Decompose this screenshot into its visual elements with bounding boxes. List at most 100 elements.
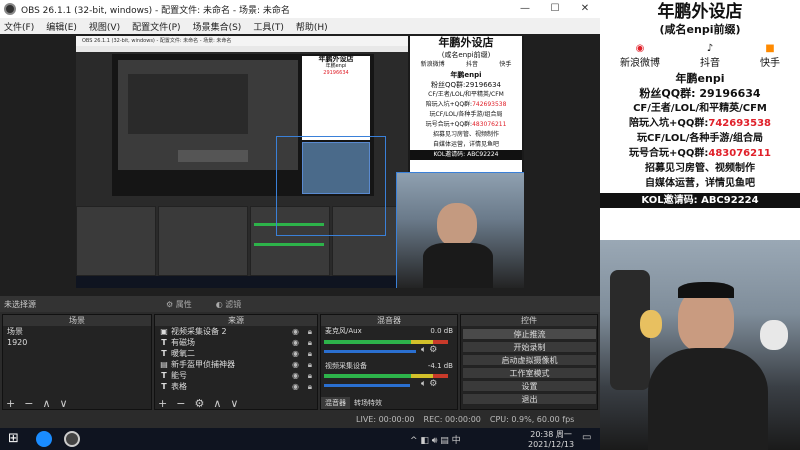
cpu-fps: CPU: 0.9%, 60.00 fps xyxy=(489,414,575,424)
exit-button[interactable]: 退出 xyxy=(462,393,597,405)
visibility-icon[interactable]: ◉ xyxy=(292,337,299,348)
volume-slider[interactable] xyxy=(324,384,410,387)
speaker-icon[interactable]: 🔈︎ ⚙ xyxy=(421,345,437,355)
window-title: OBS 26.1.1 (32-bit, windows) - 配置文件: 未命名… xyxy=(21,5,290,16)
scene-item[interactable]: 场景 xyxy=(3,326,151,337)
remove-scene-button[interactable]: − xyxy=(24,397,33,410)
start-recording-button[interactable]: 开始录制 xyxy=(462,341,597,353)
visibility-icon[interactable]: ◉ xyxy=(292,359,299,370)
settings-button[interactable]: 设置 xyxy=(462,380,597,392)
source-item[interactable]: T 表格 ◉ 🔒︎ xyxy=(155,381,317,392)
source-item[interactable]: ▣ 视频采集设备 2 ◉ 🔒︎ xyxy=(155,326,317,337)
menu-help[interactable]: 帮助(H) xyxy=(296,20,328,33)
add-source-button[interactable]: + xyxy=(158,397,167,410)
source-item[interactable]: ▤ 新手盔甲侦捕神器 ◉ 🔒︎ xyxy=(155,359,317,370)
visibility-icon[interactable]: ◉ xyxy=(292,348,299,359)
move-up-icon[interactable]: ∧ xyxy=(42,397,50,410)
promo-line3: 玩CF/LOL/各种手游/组合局 xyxy=(636,133,763,144)
mixer-channel-mic: 麦克风/Aux 0.0 dB xyxy=(325,327,453,335)
menu-bar: 文件(F) 编辑(E) 视图(V) 配置文件(P) 场景集合(S) 工具(T) … xyxy=(0,18,600,34)
promo-line1: CF/王者/LOL/和平精英/CFM xyxy=(633,103,767,114)
scenes-toolbar: + − ∧ ∨ xyxy=(3,397,151,410)
minimize-button[interactable]: — xyxy=(510,0,540,18)
sources-dock: 来源 ▣ 视频采集设备 2 ◉ 🔒︎ T 有磁场 ◉ 🔒︎ T 暖氧二 ◉ 🔒︎ ▤ 新手盔甲侦捕神… xyxy=(154,314,318,410)
notification-icon[interactable]: ▭ xyxy=(582,432,591,443)
scene-item[interactable]: 1920 xyxy=(3,337,151,348)
scenes-header: 场景 xyxy=(3,315,151,326)
preview-area[interactable]: OBS 26.1.1 (32-bit, windows) - 配置文件: 未命名… xyxy=(0,34,600,296)
move-up-icon[interactable]: ∧ xyxy=(213,397,221,410)
lock-icon[interactable]: 🔒︎ xyxy=(308,337,312,348)
move-down-icon[interactable]: ∨ xyxy=(60,397,68,410)
webcam-source-selected[interactable] xyxy=(396,172,524,288)
douyin-link: ♪ 抖音 xyxy=(700,43,720,69)
browser-icon[interactable] xyxy=(36,431,52,447)
remove-source-button[interactable]: − xyxy=(176,397,185,410)
tab-transitions[interactable]: 转场特效 xyxy=(350,397,386,409)
volume-slider[interactable] xyxy=(324,350,416,353)
start-virtual-camera-button[interactable]: 启动虚拟摄像机 xyxy=(462,354,597,366)
filters-button[interactable]: ◐ 滤镜 xyxy=(216,299,242,310)
source-item[interactable]: T 有磁场 ◉ 🔒︎ xyxy=(155,337,317,348)
add-scene-button[interactable]: + xyxy=(6,397,15,410)
menu-edit[interactable]: 编辑(E) xyxy=(46,20,77,33)
streamer-hair xyxy=(678,282,734,298)
source-item[interactable]: T 能号 ◉ 🔒︎ xyxy=(155,370,317,381)
stop-streaming-button[interactable]: 停止推流 xyxy=(462,328,597,340)
menu-file[interactable]: 文件(F) xyxy=(4,20,34,33)
studio-mode-button[interactable]: 工作室模式 xyxy=(462,367,597,379)
obs-taskbar-icon[interactable] xyxy=(64,431,80,447)
weibo-link: ◉ 新浪微博 xyxy=(620,43,660,69)
source-item[interactable]: T 暖氧二 ◉ 🔒︎ xyxy=(155,348,317,359)
promo-subtitle: (咸名enpi前缀) xyxy=(659,23,741,36)
kuaishou-icon: ■ xyxy=(765,43,775,54)
menu-tools[interactable]: 工具(T) xyxy=(253,20,284,33)
lock-icon[interactable]: 🔒︎ xyxy=(308,359,312,370)
close-button[interactable]: ✕ xyxy=(570,0,600,18)
live-time: LIVE: 00:00:00 xyxy=(356,414,415,424)
promo-line4: 玩号合玩+QQ群:483076211 xyxy=(628,148,771,159)
visibility-icon[interactable]: ◉ xyxy=(292,381,299,392)
menu-view[interactable]: 视图(V) xyxy=(89,20,120,33)
move-down-icon[interactable]: ∨ xyxy=(230,397,238,410)
promo-kol: KOL邀请码: ABC92224 xyxy=(600,193,800,208)
tab-mixer[interactable]: 混音器 xyxy=(321,397,350,409)
promo-qq: 粉丝QQ群: 29196634 xyxy=(639,87,761,100)
mixer-channel-video: 视频采集设备 -4.1 dB xyxy=(325,362,453,370)
promo-handle: 年鹏enpi xyxy=(675,72,725,85)
stream-overlay-panel: 年鹏外设店 (咸名enpi前缀) ◉ 新浪微博 ♪ 抖音 ■ 快手 年鹏enpi 粉丝… xyxy=(600,0,800,450)
menu-profile[interactable]: 配置文件(P) xyxy=(132,20,180,33)
clock[interactable]: 20:38 周一 2021/12/13 xyxy=(528,430,574,450)
visibility-icon[interactable]: ◉ xyxy=(292,326,299,337)
text-icon: T xyxy=(161,382,167,391)
lock-icon[interactable]: 🔒︎ xyxy=(308,348,312,359)
menu-scene-collection[interactable]: 场景集合(S) xyxy=(193,20,242,33)
obs-window: OBS 26.1.1 (32-bit, windows) - 配置文件: 未命名… xyxy=(0,0,600,428)
text-icon: T xyxy=(161,349,167,358)
audio-meter xyxy=(324,374,448,378)
promo-title: 年鹏外设店 xyxy=(657,2,743,22)
nested-scenes-dock xyxy=(76,206,156,276)
nested-sources-dock xyxy=(158,206,248,276)
nested-menu-bar xyxy=(76,46,408,52)
speaker-icon[interactable]: 🔈︎ ⚙ xyxy=(421,379,437,389)
source-toolbar: 未选择源 ⚙ 属性 ◐ 滤镜 xyxy=(0,296,600,312)
title-bar: OBS 26.1.1 (32-bit, windows) - 配置文件: 未命名… xyxy=(0,0,600,18)
promo-line2: 陪玩入坑+QQ群:742693538 xyxy=(628,118,771,129)
promo-line6: 自媒体运营，详情见鱼吧 xyxy=(645,178,755,189)
mixer-header: 混音器 xyxy=(321,315,457,326)
gear-icon[interactable]: ⚙ xyxy=(194,397,204,410)
tray-icons[interactable]: ^ ◧ 🔊︎ ▤ 中 xyxy=(410,433,461,446)
preview-canvas[interactable]: OBS 26.1.1 (32-bit, windows) - 配置文件: 未命名… xyxy=(76,36,524,288)
text-icon: T xyxy=(161,371,167,380)
mixer-dock: 混音器 麦克风/Aux 0.0 dB 🔈︎ ⚙ 视频采集设备 -4.1 dB 🔈︎ … xyxy=(320,314,458,410)
lock-icon[interactable]: 🔒︎ xyxy=(308,326,312,337)
obs-logo-icon xyxy=(4,3,16,15)
nested-title-bar: OBS 26.1.1 (32-bit, windows) - 配置文件: 未命名… xyxy=(76,36,408,46)
visibility-icon[interactable]: ◉ xyxy=(292,370,299,381)
windows-start-icon[interactable]: ⊞ xyxy=(8,431,24,447)
lock-icon[interactable]: 🔒︎ xyxy=(308,370,312,381)
properties-button[interactable]: ⚙ 属性 xyxy=(166,299,192,310)
maximize-button[interactable]: ☐ xyxy=(540,0,570,18)
lock-icon[interactable]: 🔒︎ xyxy=(308,381,312,392)
